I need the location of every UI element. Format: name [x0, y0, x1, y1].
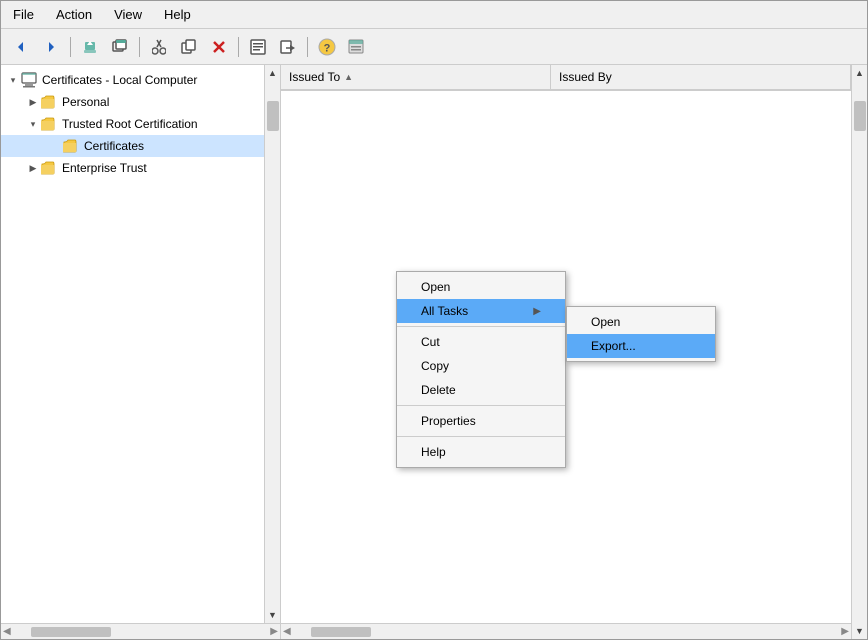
menu-help[interactable]: Help — [158, 5, 197, 24]
menu-view[interactable]: View — [108, 5, 148, 24]
col-issued-by-label: Issued By — [559, 70, 612, 84]
tree-vscroll[interactable]: ▲ ▼ — [264, 65, 280, 623]
ctx-properties[interactable]: Properties — [397, 409, 565, 433]
enterprise-trust-arrow: ▶ — [25, 160, 41, 176]
copy-button[interactable] — [175, 34, 203, 60]
ctx-open[interactable]: Open — [397, 275, 565, 299]
tree-scroll-up[interactable]: ▲ — [265, 65, 280, 81]
tree-hscroll[interactable]: ◀ ▶ — [1, 623, 280, 639]
tree-root-label: Certificates - Local Computer — [42, 73, 197, 87]
right-scroll-up[interactable]: ▲ — [852, 65, 867, 81]
separator-3 — [238, 37, 239, 57]
right-hscroll[interactable]: ◀ ▶ — [281, 623, 851, 639]
personal-folder-icon — [41, 93, 59, 111]
ctx-copy[interactable]: Copy — [397, 354, 565, 378]
right-hscroll-thumb — [311, 627, 371, 637]
tree-item-enterprise-trust-label: Enterprise Trust — [62, 161, 147, 175]
separator-2 — [139, 37, 140, 57]
help-button[interactable]: ? — [313, 34, 341, 60]
properties-button[interactable] — [244, 34, 272, 60]
menubar: File Action View Help — [1, 1, 867, 29]
ctx-all-tasks-arrow: ▶ — [533, 306, 541, 317]
svg-text:?: ? — [324, 42, 331, 54]
certificates-arrow — [53, 138, 63, 154]
tree-item-personal[interactable]: ▶ Personal — [1, 91, 264, 113]
ctx-sep-3 — [397, 436, 565, 437]
right-content[interactable]: Open All Tasks ▶ Cut Copy — [281, 91, 851, 623]
col-sort-icon: ▲ — [344, 72, 353, 82]
right-scroll-down[interactable]: ▼ — [852, 623, 867, 639]
col-issued-to-label: Issued To — [289, 70, 340, 84]
col-headers: Issued To ▲ Issued By — [281, 65, 851, 91]
delete-button[interactable] — [205, 34, 233, 60]
enterprise-trust-folder-icon — [41, 159, 59, 177]
col-issued-by[interactable]: Issued By — [551, 65, 851, 89]
trusted-root-folder-icon — [41, 115, 59, 133]
tree-root-arrow: ▾ — [5, 72, 21, 88]
context-menu: Open All Tasks ▶ Cut Copy — [396, 271, 566, 468]
toolbar: ? — [1, 29, 867, 65]
submenu-open[interactable]: Open — [567, 310, 715, 334]
main-window: File Action View Help — [0, 0, 868, 640]
tree-panel: ▾ Certificates - Local Computer — [1, 65, 281, 639]
new-window-button[interactable] — [106, 34, 134, 60]
right-panel-wrapper: Issued To ▲ Issued By Open — [281, 65, 867, 639]
submenu-export[interactable]: Export... — [567, 334, 715, 358]
right-scroll-thumb[interactable] — [854, 101, 866, 131]
personal-arrow: ▶ — [25, 94, 41, 110]
tree-root[interactable]: ▾ Certificates - Local Computer — [1, 69, 264, 91]
tree-item-enterprise-trust[interactable]: ▶ Enterprise Trust — [1, 157, 264, 179]
ctx-cut[interactable]: Cut — [397, 330, 565, 354]
ctx-sep-2 — [397, 405, 565, 406]
separator-4 — [307, 37, 308, 57]
up-button[interactable] — [76, 34, 104, 60]
ctx-all-tasks[interactable]: All Tasks ▶ — [397, 299, 565, 323]
ctx-help[interactable]: Help — [397, 440, 565, 464]
tree-scroll-down[interactable]: ▼ — [265, 607, 280, 623]
tree-item-trusted-root-label: Trusted Root Certification — [62, 117, 198, 131]
certificates-folder-icon — [63, 137, 81, 155]
separator-1 — [70, 37, 71, 57]
tree-item-personal-label: Personal — [62, 95, 109, 109]
computer-icon — [21, 71, 39, 89]
tree-hscroll-thumb — [31, 627, 111, 637]
cut-button[interactable] — [145, 34, 173, 60]
open-button[interactable] — [343, 34, 371, 60]
ctx-delete[interactable]: Delete — [397, 378, 565, 402]
tree-item-certificates-label: Certificates — [84, 139, 144, 153]
right-vscroll[interactable]: ▲ ▼ — [851, 65, 867, 639]
tree-content: ▾ Certificates - Local Computer — [1, 65, 264, 623]
ctx-sep-1 — [397, 326, 565, 327]
col-issued-to[interactable]: Issued To ▲ — [281, 65, 551, 89]
trusted-root-arrow: ▾ — [25, 116, 41, 132]
forward-button[interactable] — [37, 34, 65, 60]
submenu: Open Export... — [566, 306, 716, 362]
right-panel: Issued To ▲ Issued By Open — [281, 65, 851, 639]
export-button[interactable] — [274, 34, 302, 60]
tree-item-certificates[interactable]: Certificates — [1, 135, 264, 157]
menu-action[interactable]: Action — [50, 5, 98, 24]
content-area: ▾ Certificates - Local Computer — [1, 65, 867, 639]
tree-item-trusted-root[interactable]: ▾ Trusted Root Certification — [1, 113, 264, 135]
menu-file[interactable]: File — [7, 5, 40, 24]
back-button[interactable] — [7, 34, 35, 60]
tree-scroll-thumb[interactable] — [267, 101, 279, 131]
